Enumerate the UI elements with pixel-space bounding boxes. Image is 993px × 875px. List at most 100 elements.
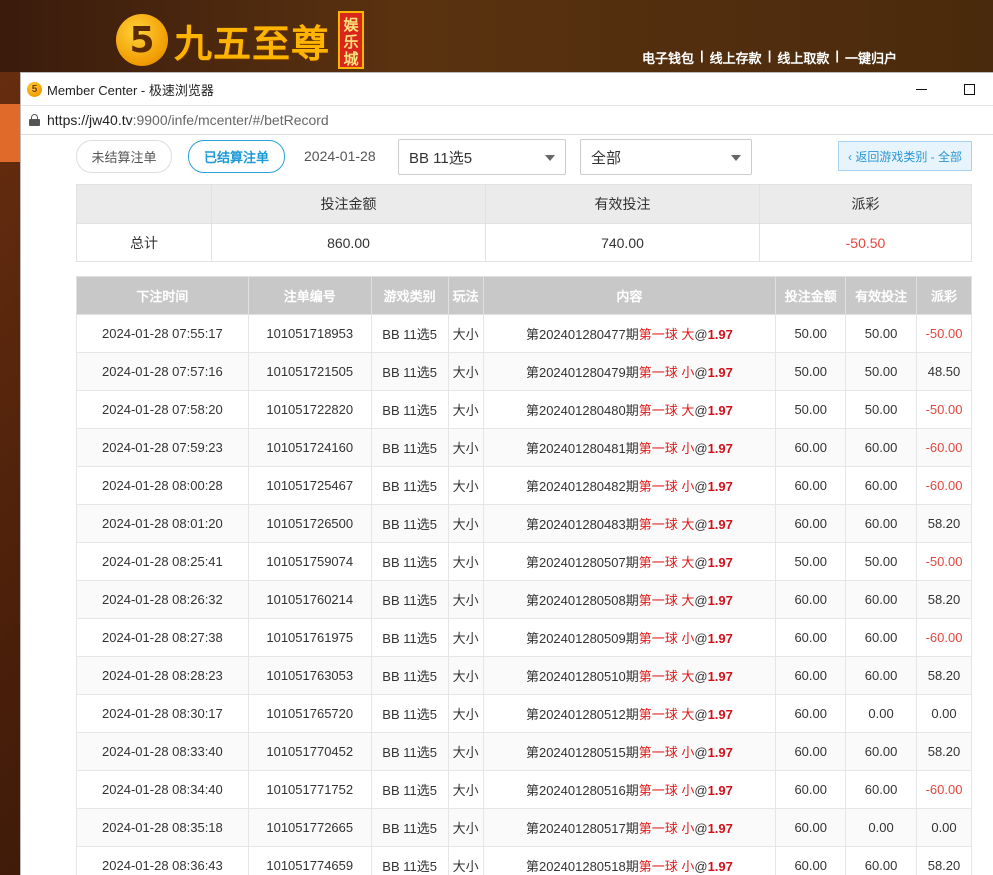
payout: -60.00 [916, 466, 972, 505]
logo-badge-char: 城 [343, 51, 359, 68]
bet-odds: 1.97 [707, 327, 733, 342]
chevron-down-icon [731, 155, 741, 161]
site-logo[interactable]: 5 九五至尊 娱 乐 城 [116, 11, 365, 69]
bet-amount: 60.00 [775, 428, 847, 467]
nav-withdraw[interactable]: 线上取款 [777, 48, 829, 67]
window-title: Member Center - 极速浏览器 [47, 82, 214, 98]
summary-valid-total: 740.00 [485, 223, 760, 262]
bet-number[interactable]: 101051772665 [247, 808, 372, 847]
nav-e-wallet[interactable]: 电子钱包 [642, 48, 694, 67]
valid-bet: 60.00 [845, 504, 917, 543]
bet-number[interactable]: 101051771752 [247, 770, 372, 809]
scope-select[interactable]: 全部 [580, 139, 752, 175]
column-header: 游戏类别 [370, 276, 449, 315]
bet-time: 2024-01-28 08:00:28 [76, 466, 249, 505]
payout: -60.00 [916, 618, 972, 657]
bet-content: 第202401280480期第一球 大@1.97 [482, 390, 777, 429]
summary-header-row: 投注金额 有效投注 派彩 [76, 184, 972, 224]
table-row: 2024-01-28 08:34:40 101051771752 BB 11选5 大小… [76, 770, 972, 809]
bet-number[interactable]: 101051774659 [247, 846, 372, 875]
bet-time: 2024-01-28 08:34:40 [76, 770, 249, 809]
bet-number[interactable]: 101051765720 [247, 694, 372, 733]
bet-number[interactable]: 101051770452 [247, 732, 372, 771]
back-to-categories-button[interactable]: ‹ 返回游戏类别 - 全部 [838, 141, 972, 171]
bet-number[interactable]: 101051724160 [247, 428, 372, 467]
bet-number[interactable]: 101051760214 [247, 580, 372, 619]
play-type: 大小 [447, 314, 484, 353]
payout: 58.20 [916, 732, 972, 771]
play-type: 大小 [447, 808, 484, 847]
summary-bet-total: 860.00 [211, 223, 486, 262]
top-nav: 电子钱包 | 线上存款 | 线上取款 | 一键归户 [642, 48, 897, 67]
summary-table: 投注金额 有效投注 派彩 总计 860.00 740.00 -50.50 [76, 184, 972, 262]
summary-header: 投注金额 [211, 184, 486, 224]
logo-badge-char: 乐 [343, 34, 359, 51]
bet-number[interactable]: 101051718953 [247, 314, 372, 353]
bet-number[interactable]: 101051725467 [247, 466, 372, 505]
column-header: 内容 [482, 276, 777, 315]
bet-number[interactable]: 101051721505 [247, 352, 372, 391]
bet-number[interactable]: 101051722820 [247, 390, 372, 429]
play-type: 大小 [447, 846, 484, 875]
table-row: 2024-01-28 08:01:20 101051726500 BB 11选5 大小… [76, 504, 972, 543]
bet-number[interactable]: 101051763053 [247, 656, 372, 695]
table-row: 2024-01-28 08:00:28 101051725467 BB 11选5 大小… [76, 466, 972, 505]
game-select-value: BB 11选5 [409, 149, 473, 167]
bet-amount: 60.00 [775, 580, 847, 619]
play-type: 大小 [447, 732, 484, 771]
bet-content: 第202401280515期第一球 小@1.97 [482, 732, 777, 771]
bet-pick: 第一球 大 [638, 327, 695, 342]
settled-bets-button[interactable]: 已结算注单 [188, 140, 285, 173]
game-type: BB 11选5 [370, 466, 449, 505]
game-type: BB 11选5 [370, 580, 449, 619]
bet-issue: 第202401280518期 [525, 859, 639, 874]
bet-number[interactable]: 101051761975 [247, 618, 372, 657]
bet-content: 第202401280518期第一球 小@1.97 [482, 846, 777, 875]
side-accent [0, 104, 20, 162]
window-controls [897, 73, 993, 105]
bet-time: 2024-01-28 08:01:20 [76, 504, 249, 543]
bet-amount: 50.00 [775, 352, 847, 391]
bet-content: 第202401280508期第一球 大@1.97 [482, 580, 777, 619]
table-row: 2024-01-28 08:28:23 101051763053 BB 11选5 大小… [76, 656, 972, 695]
nav-deposit[interactable]: 线上存款 [710, 48, 762, 67]
game-select[interactable]: BB 11选5 [398, 139, 566, 175]
bet-amount: 50.00 [775, 314, 847, 353]
maximize-button[interactable] [945, 73, 993, 105]
summary-payout-total: -50.50 [759, 223, 972, 262]
column-header: 派彩 [916, 276, 972, 315]
window-titlebar: 5 Member Center - 极速浏览器 [21, 73, 993, 105]
record-date[interactable]: 2024-01-28 [304, 148, 376, 164]
bet-issue: 第202401280516期 [525, 783, 639, 798]
browser-window: 5 Member Center - 极速浏览器 https://jw40.tv:… [20, 72, 993, 875]
bet-issue: 第202401280509期 [525, 631, 639, 646]
bet-time: 2024-01-28 08:26:32 [76, 580, 249, 619]
bet-pick: 第一球 小 [638, 783, 695, 798]
bet-odds: 1.97 [707, 403, 733, 418]
bet-number[interactable]: 101051726500 [247, 504, 372, 543]
bet-amount: 50.00 [775, 390, 847, 429]
game-type: BB 11选5 [370, 770, 449, 809]
nav-separator: | [835, 48, 839, 63]
minimize-button[interactable] [897, 73, 945, 105]
bet-time: 2024-01-28 07:59:23 [76, 428, 249, 467]
bet-issue: 第202401280510期 [525, 669, 639, 684]
bet-pick: 第一球 大 [638, 403, 695, 418]
summary-header: 有效投注 [485, 184, 760, 224]
bet-time: 2024-01-28 08:27:38 [76, 618, 249, 657]
bet-pick: 第一球 小 [638, 365, 695, 380]
valid-bet: 60.00 [845, 732, 917, 771]
address-bar[interactable]: https://jw40.tv:9900/infe/mcenter/#/betR… [21, 105, 993, 135]
unsettled-bets-button[interactable]: 未结算注单 [76, 140, 172, 173]
bet-amount: 60.00 [775, 694, 847, 733]
nav-consolidate[interactable]: 一键归户 [845, 48, 897, 67]
table-row: 2024-01-28 07:59:23 101051724160 BB 11选5 大小… [76, 428, 972, 467]
valid-bet: 60.00 [845, 770, 917, 809]
valid-bet: 50.00 [845, 314, 917, 353]
table-row: 2024-01-28 08:36:43 101051774659 BB 11选5 大小… [76, 846, 972, 875]
bet-number[interactable]: 101051759074 [247, 542, 372, 581]
table-row: 2024-01-28 08:25:41 101051759074 BB 11选5 大小… [76, 542, 972, 581]
play-type: 大小 [447, 352, 484, 391]
valid-bet: 50.00 [845, 352, 917, 391]
bet-amount: 60.00 [775, 618, 847, 657]
